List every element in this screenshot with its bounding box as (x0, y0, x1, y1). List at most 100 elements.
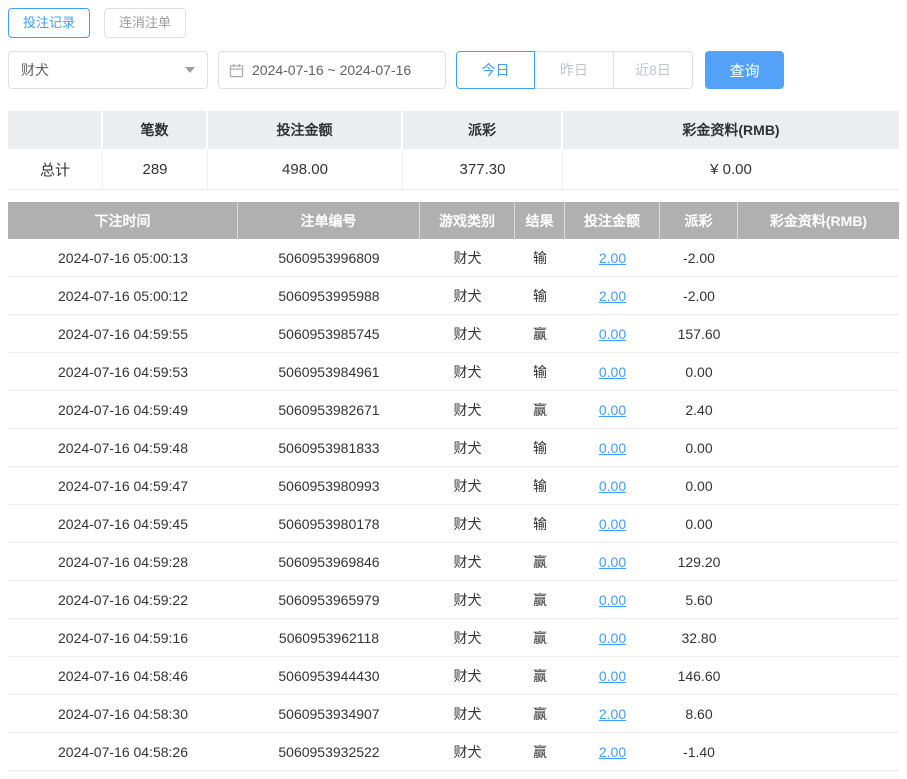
bet-amount-link[interactable]: 2.00 (599, 288, 626, 304)
bonus-cell (738, 581, 899, 619)
quick-filter-last-8-days[interactable]: 近8日 (614, 51, 693, 89)
order-id-cell: 5060953944430 (238, 657, 420, 695)
summary-total-label: 总计 (8, 149, 103, 190)
order-id-cell: 5060953980178 (238, 505, 420, 543)
payout-cell: 157.60 (660, 315, 738, 353)
bet-amount-cell: 0.00 (565, 467, 660, 505)
table-row: 2024-07-16 05:00:13 5060953996809 财犬输 2.00 -… (8, 239, 899, 277)
records-header-row: 下注时间 注单编号 游戏类别 结果 投注金额 派彩 彩金资料(RMB) (8, 202, 899, 239)
column-header: 投注金额 (565, 202, 660, 239)
bet-time-cell: 2024-07-16 05:00:13 (8, 239, 238, 277)
summary-table: 笔数 投注金额 派彩 彩金资料(RMB) 总计 289 498.00 377.3… (8, 111, 899, 190)
order-id-cell: 5060953984961 (238, 353, 420, 391)
search-button[interactable]: 查询 (705, 51, 784, 89)
calendar-icon (229, 63, 244, 78)
table-row: 2024-07-16 04:58:46 5060953944430 财犬赢 0.00 1… (8, 657, 899, 695)
game-type-cell: 财犬 (420, 353, 515, 391)
bet-amount-cell: 0.00 (565, 353, 660, 391)
payout-cell: 0.00 (660, 467, 738, 505)
bet-time-cell: 2024-07-16 04:58:30 (8, 695, 238, 733)
order-id-cell: 5060953995988 (238, 277, 420, 315)
payout-cell: 129.20 (660, 543, 738, 581)
payout-cell: 0.00 (660, 505, 738, 543)
payout-cell: -2.00 (660, 239, 738, 277)
result-cell: 输 (515, 353, 565, 391)
bet-amount-cell: 2.00 (565, 695, 660, 733)
bet-time-cell: 2024-07-16 04:59:22 (8, 581, 238, 619)
result-cell: 赢 (515, 581, 565, 619)
records-table: 下注时间 注单编号 游戏类别 结果 投注金额 派彩 彩金资料(RMB) 2024-07-16… (8, 202, 899, 771)
summary-header-empty (8, 111, 103, 149)
result-cell: 赢 (515, 391, 565, 429)
bet-amount-cell: 0.00 (565, 429, 660, 467)
result-cell: 输 (515, 505, 565, 543)
bet-amount-link[interactable]: 0.00 (599, 554, 626, 570)
column-header: 结果 (515, 202, 565, 239)
quick-filter-today[interactable]: 今日 (456, 51, 535, 89)
result-cell: 赢 (515, 315, 565, 353)
quick-filter-yesterday[interactable]: 昨日 (535, 51, 614, 89)
summary-header-bonus: 彩金资料(RMB) (563, 111, 899, 149)
result-cell: 赢 (515, 619, 565, 657)
order-id-cell: 5060953981833 (238, 429, 420, 467)
bet-amount-link[interactable]: 0.00 (599, 402, 626, 418)
bonus-cell (738, 543, 899, 581)
result-cell: 输 (515, 277, 565, 315)
bonus-cell (738, 429, 899, 467)
payout-cell: -2.00 (660, 277, 738, 315)
bet-amount-link[interactable]: 0.00 (599, 364, 626, 380)
bonus-cell (738, 391, 899, 429)
order-id-cell: 5060953980993 (238, 467, 420, 505)
bet-time-cell: 2024-07-16 04:58:46 (8, 657, 238, 695)
table-row: 2024-07-16 05:00:12 5060953995988 财犬输 2.00 -… (8, 277, 899, 315)
bonus-cell (738, 315, 899, 353)
bet-amount-link[interactable]: 0.00 (599, 516, 626, 532)
game-select[interactable]: 财犬 (8, 51, 208, 89)
bet-amount-link[interactable]: 0.00 (599, 478, 626, 494)
bet-amount-link[interactable]: 0.00 (599, 668, 626, 684)
bet-amount-link[interactable]: 0.00 (599, 326, 626, 342)
column-header: 注单编号 (238, 202, 420, 239)
game-type-cell: 财犬 (420, 581, 515, 619)
table-row: 2024-07-16 04:59:55 5060953985745 财犬赢 0.00 1… (8, 315, 899, 353)
result-cell: 赢 (515, 695, 565, 733)
order-id-cell: 5060953969846 (238, 543, 420, 581)
payout-cell: 8.60 (660, 695, 738, 733)
table-row: 2024-07-16 04:59:28 5060953969846 财犬赢 0.00 1… (8, 543, 899, 581)
summary-total-bonus: ¥ 0.00 (563, 149, 899, 190)
table-row: 2024-07-16 04:58:30 5060953934907 财犬赢 2.00 8… (8, 695, 899, 733)
bet-amount-link[interactable]: 2.00 (599, 250, 626, 266)
date-range-picker[interactable]: 2024-07-16 ~ 2024-07-16 (218, 51, 446, 89)
game-type-cell: 财犬 (420, 277, 515, 315)
chevron-down-icon (185, 67, 195, 73)
bet-amount-cell: 0.00 (565, 315, 660, 353)
bet-time-cell: 2024-07-16 04:58:26 (8, 733, 238, 771)
column-header: 下注时间 (8, 202, 238, 239)
bet-amount-cell: 0.00 (565, 619, 660, 657)
order-id-cell: 5060953965979 (238, 581, 420, 619)
bet-time-cell: 2024-07-16 04:59:49 (8, 391, 238, 429)
payout-cell: 32.80 (660, 619, 738, 657)
bet-amount-link[interactable]: 2.00 (599, 706, 626, 722)
bonus-cell (738, 277, 899, 315)
tab-betting-records[interactable]: 投注记录 (8, 8, 91, 38)
bet-amount-cell: 0.00 (565, 391, 660, 429)
tab-cancelled-orders[interactable]: 连消注单 (104, 8, 187, 38)
bet-time-cell: 2024-07-16 04:59:53 (8, 353, 238, 391)
table-row: 2024-07-16 04:59:45 5060953980178 财犬输 0.00 0… (8, 505, 899, 543)
bonus-cell (738, 657, 899, 695)
date-range-value: 2024-07-16 ~ 2024-07-16 (252, 62, 412, 78)
summary-header-payout: 派彩 (403, 111, 563, 149)
bet-amount-link[interactable]: 0.00 (599, 440, 626, 456)
game-type-cell: 财犬 (420, 391, 515, 429)
bonus-cell (738, 467, 899, 505)
result-cell: 赢 (515, 657, 565, 695)
table-row: 2024-07-16 04:59:49 5060953982671 财犬赢 0.00 2… (8, 391, 899, 429)
game-select-value: 财犬 (21, 62, 49, 78)
bet-amount-link[interactable]: 2.00 (599, 744, 626, 760)
bet-amount-cell: 0.00 (565, 543, 660, 581)
payout-cell: 5.60 (660, 581, 738, 619)
table-row: 2024-07-16 04:59:16 5060953962118 财犬赢 0.00 3… (8, 619, 899, 657)
bet-amount-link[interactable]: 0.00 (599, 630, 626, 646)
bet-amount-link[interactable]: 0.00 (599, 592, 626, 608)
